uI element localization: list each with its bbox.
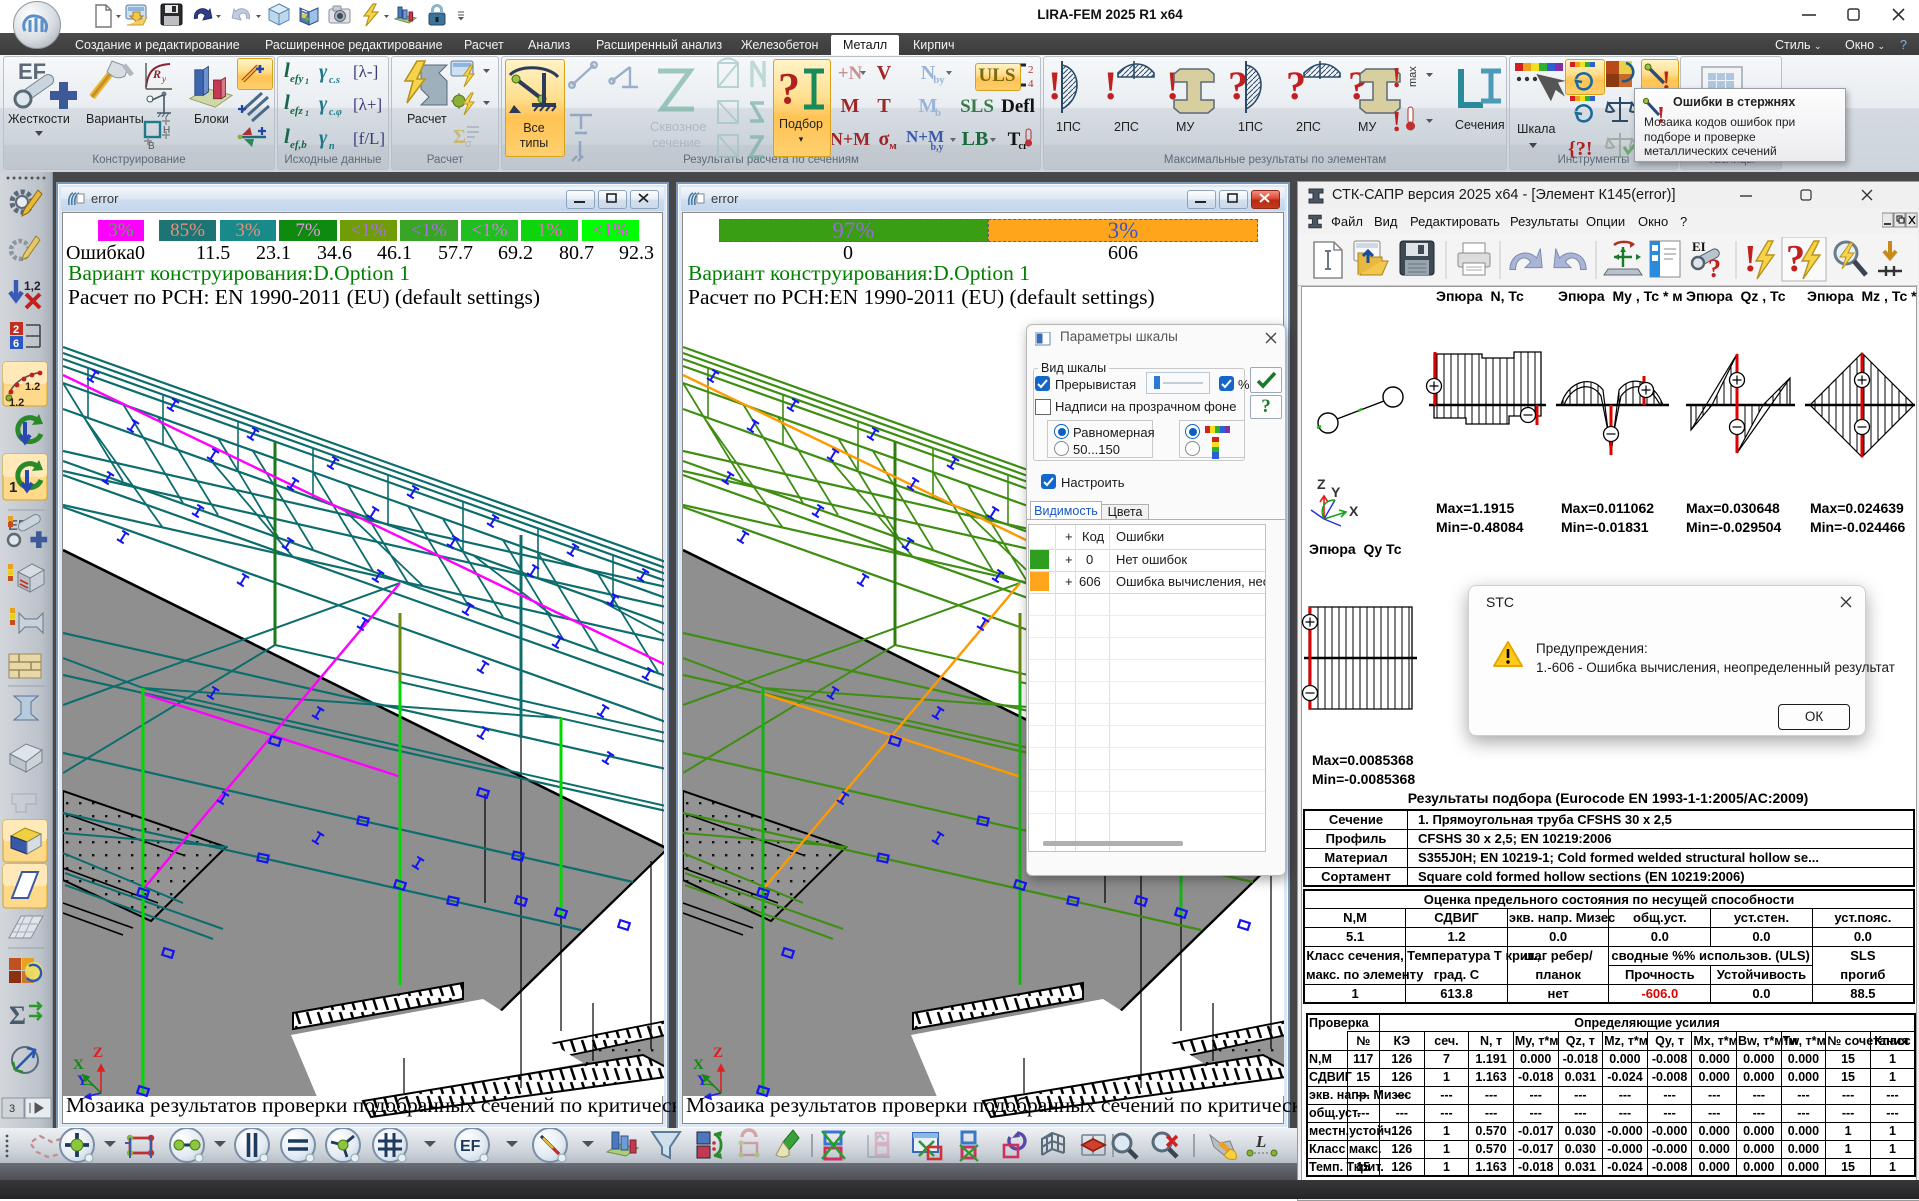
- svg-text:4: 4: [1028, 78, 1034, 90]
- svg-text:{?!: {?!: [1568, 138, 1593, 159]
- svg-text:SLS: SLS: [960, 96, 994, 117]
- svg-text:2: 2: [1028, 64, 1034, 76]
- svg-text:Жесткости: Жесткости: [8, 112, 70, 126]
- svg-text:3: 3: [9, 1103, 15, 1115]
- svg-text:Z: Z: [1317, 476, 1326, 492]
- svg-text:Сечения: Сечения: [1455, 118, 1505, 132]
- svg-text:X: X: [73, 1057, 84, 1073]
- svg-text:c.φ: c.φ: [329, 107, 342, 118]
- svg-text:?: ?: [1786, 238, 1805, 280]
- svg-text:efz: efz: [290, 105, 304, 117]
- svg-text:H: H: [163, 125, 170, 136]
- svg-text:1: 1: [305, 77, 309, 86]
- svg-text:сечение: сечение: [652, 135, 701, 150]
- svg-text:2ПС: 2ПС: [1296, 120, 1321, 134]
- svg-text:!: !: [1392, 63, 1401, 94]
- svg-text:V: V: [877, 62, 892, 84]
- svg-text:EI: EI: [1692, 239, 1706, 254]
- svg-text:LB: LB: [962, 128, 989, 150]
- svg-text:[λ-]: [λ-]: [353, 62, 378, 81]
- svg-text:Z: Z: [93, 1045, 103, 1061]
- svg-text:+N: +N: [838, 63, 863, 84]
- svg-text:[λ+]: [λ+]: [353, 95, 382, 114]
- svg-text:Defl: Defl: [1001, 96, 1035, 117]
- svg-text:EF: EF: [460, 1138, 481, 1155]
- svg-text:Z: Z: [713, 1045, 723, 1061]
- svg-text:R: R: [152, 67, 161, 81]
- svg-text:!: !: [1104, 63, 1117, 108]
- svg-text:γ: γ: [319, 61, 328, 83]
- svg-text:γ: γ: [319, 127, 328, 149]
- svg-text:Шкала: Шкала: [1517, 122, 1555, 136]
- svg-text:max: max: [1407, 66, 1419, 87]
- svg-text:!: !: [1744, 238, 1757, 280]
- svg-text:МУ: МУ: [1358, 120, 1376, 134]
- svg-text:?: ?: [778, 64, 800, 113]
- svg-text:!: !: [1048, 63, 1061, 108]
- svg-text:м: м: [889, 140, 897, 152]
- svg-text:Блоки: Блоки: [194, 112, 229, 126]
- svg-text:B: B: [148, 141, 155, 152]
- svg-text:X: X: [693, 1057, 704, 1073]
- svg-text:γ: γ: [319, 93, 328, 115]
- svg-text:by: by: [933, 74, 945, 86]
- svg-text:Сквозное: Сквозное: [650, 119, 707, 134]
- svg-text:ef,b: ef,b: [290, 139, 307, 151]
- svg-text:[f/L]: [f/L]: [353, 129, 385, 148]
- svg-text:b,y: b,y: [930, 142, 943, 153]
- svg-text:M: M: [841, 95, 860, 117]
- svg-text:T: T: [877, 95, 891, 117]
- svg-text:1: 1: [305, 109, 309, 118]
- svg-text:?: ?: [1286, 63, 1306, 108]
- svg-text:1ПС: 1ПС: [1056, 120, 1081, 134]
- svg-text:N+M: N+M: [832, 129, 870, 149]
- svg-text:6: 6: [13, 338, 19, 350]
- svg-text:МУ: МУ: [1176, 120, 1194, 134]
- svg-text:?: ?: [1708, 254, 1721, 283]
- svg-text:efy: efy: [290, 73, 304, 85]
- svg-text:Σ: Σ: [9, 1001, 26, 1030]
- svg-text:n: n: [329, 141, 335, 152]
- svg-text:Расчет: Расчет: [407, 112, 447, 126]
- svg-text:!: !: [1392, 107, 1401, 138]
- svg-text:σ: σ: [879, 128, 890, 150]
- svg-text:1.2: 1.2: [25, 381, 40, 393]
- svg-text:1: 1: [9, 479, 17, 496]
- svg-text:L: L: [1255, 1132, 1266, 1151]
- svg-text:Варианты: Варианты: [86, 112, 144, 126]
- svg-text:X: X: [1349, 503, 1359, 519]
- svg-text:Y: Y: [1331, 484, 1341, 500]
- svg-text:2ПС: 2ПС: [1114, 120, 1139, 134]
- svg-text:1.2: 1.2: [9, 397, 24, 409]
- svg-text:1,2: 1,2: [24, 279, 41, 293]
- svg-text:c.s: c.s: [329, 75, 340, 86]
- svg-text:σ: σ: [465, 138, 472, 150]
- svg-text:b: b: [935, 107, 941, 119]
- svg-text:2: 2: [13, 324, 19, 336]
- svg-text:y: y: [161, 74, 166, 84]
- svg-text:1ПС: 1ПС: [1238, 120, 1263, 134]
